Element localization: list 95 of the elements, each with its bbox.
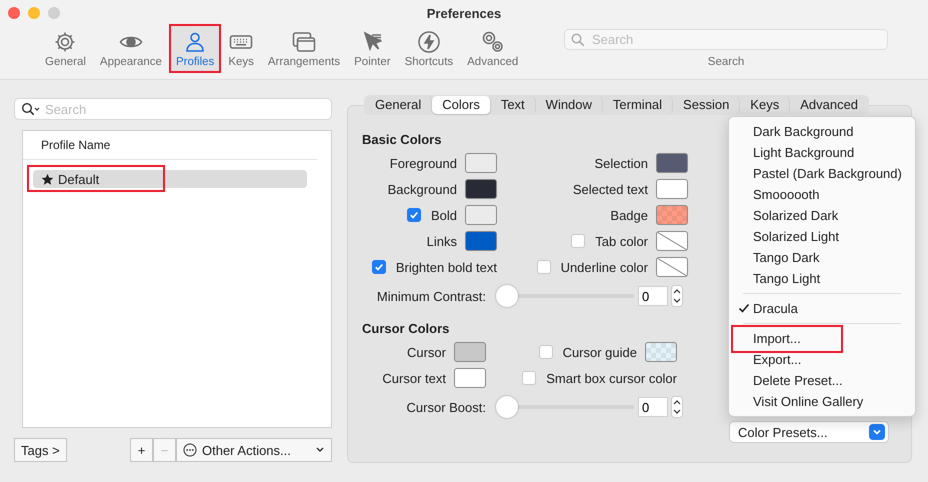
checkmark-icon	[408, 210, 419, 220]
color-swatch[interactable]	[656, 231, 688, 251]
checkbox[interactable]	[571, 234, 586, 248]
toolbar-tab[interactable]: Pointer	[349, 26, 396, 71]
color-label: Tab color	[595, 234, 648, 248]
checkbox[interactable]	[522, 371, 536, 385]
menu-item[interactable]: Import...	[729, 328, 915, 349]
search-icon	[571, 32, 585, 46]
menu-item[interactable]: Export...	[729, 349, 915, 370]
menu-item[interactable]: Solarized Light	[729, 226, 915, 247]
section-title: Basic Colors	[362, 132, 442, 147]
tab[interactable]: Terminal	[602, 96, 674, 114]
color-label: Smart box cursor color	[546, 370, 677, 386]
color-swatch[interactable]	[656, 205, 688, 225]
color-label: Cursor guide	[562, 344, 637, 360]
color-label: Badge	[610, 208, 648, 222]
color-swatch[interactable]	[454, 368, 486, 388]
toolbar-tab[interactable]: Profiles	[170, 26, 220, 71]
profile-row[interactable]: Default	[33, 170, 307, 188]
minimize-button[interactable]	[28, 7, 40, 19]
section-title: Cursor Colors	[362, 321, 450, 336]
more-icon	[183, 443, 197, 457]
slider-thumb[interactable]	[496, 285, 518, 307]
color-label: Cursor text	[382, 370, 446, 386]
tab[interactable]: Advanced	[790, 96, 868, 114]
color-swatch[interactable]	[656, 179, 688, 199]
column-header[interactable]: Profile Name	[41, 138, 110, 152]
menu-item[interactable]: Solarized Dark	[729, 205, 915, 226]
color-label: Selection	[594, 156, 648, 170]
checkbox[interactable]	[536, 260, 551, 274]
color-presets-dropdown[interactable]: Color Presets...	[729, 421, 889, 443]
color-swatch[interactable]	[465, 231, 497, 251]
color-swatch[interactable]	[645, 342, 677, 362]
menu-item[interactable]: Smoooooth	[729, 184, 915, 205]
gears-icon	[480, 30, 505, 54]
tab[interactable]: Session	[673, 96, 740, 114]
toolbar-tab[interactable]: Arrangements	[262, 26, 346, 71]
color-label: Bold	[430, 208, 457, 222]
search-field[interactable]: Search	[14, 98, 332, 120]
checkmark-icon	[374, 262, 384, 272]
stepper-icon[interactable]	[671, 285, 683, 307]
menu-item[interactable]: Tango Light	[729, 268, 915, 289]
toolbar-tab[interactable]: Advanced	[462, 26, 524, 71]
color-label: Links	[426, 234, 457, 248]
close-button[interactable]	[8, 7, 20, 19]
color-label: Background	[388, 182, 457, 196]
search-icon	[21, 102, 41, 116]
other-actions-dropdown[interactable]: Other Actions...	[176, 438, 332, 462]
tags-button[interactable]: Tags >	[14, 438, 67, 462]
color-swatch[interactable]	[454, 342, 486, 362]
menu-item[interactable]: Dracula	[729, 298, 915, 319]
checkmark-icon	[738, 302, 750, 314]
slider-label: Minimum Contrast:	[376, 288, 486, 304]
add-button[interactable]: +	[130, 438, 153, 462]
menu-item[interactable]: Tango Dark	[729, 247, 915, 268]
color-label: Underline color	[560, 260, 648, 274]
chevron-down-icon	[869, 424, 885, 440]
number-field[interactable]: 0	[638, 286, 668, 306]
checkbox[interactable]	[406, 208, 421, 222]
color-label: Brighten bold text	[396, 260, 497, 274]
lightning-icon	[416, 30, 441, 54]
search-label: Search	[708, 56, 744, 68]
checkbox[interactable]	[538, 345, 553, 359]
toolbar-tab[interactable]: General	[40, 26, 91, 71]
window-title: Preferences	[426, 6, 502, 22]
menu-item[interactable]: Delete Preset...	[729, 370, 915, 391]
stepper-icon[interactable]	[671, 396, 683, 418]
color-swatch[interactable]	[656, 257, 688, 277]
color-swatch[interactable]	[465, 205, 497, 225]
color-label: Foreground	[390, 156, 457, 170]
toolbar-tab[interactable]: Appearance	[94, 26, 167, 71]
slider-label: Cursor Boost:	[406, 400, 486, 414]
gear-icon	[53, 30, 78, 54]
tab[interactable]: Window	[536, 96, 603, 114]
color-swatch[interactable]	[465, 153, 497, 173]
slider-thumb[interactable]	[496, 396, 518, 418]
menu-item[interactable]: Pastel (Dark Background)	[729, 163, 915, 184]
menu-item[interactable]: Visit Online Gallery	[729, 391, 915, 412]
checkbox[interactable]	[372, 260, 386, 274]
menu-item[interactable]: Dark Background	[729, 121, 915, 142]
number-field[interactable]: 0	[638, 397, 668, 417]
windows-icon	[292, 30, 316, 54]
color-swatch[interactable]	[465, 179, 497, 199]
tab[interactable]: Text	[490, 96, 536, 114]
color-label: Selected text	[572, 182, 648, 196]
menu-item[interactable]: Light Background	[729, 142, 915, 163]
color-swatch[interactable]	[656, 153, 688, 173]
color-label: Cursor	[406, 344, 446, 360]
tab[interactable]: Colors	[432, 96, 491, 114]
zoom-button[interactable]	[48, 7, 60, 19]
toolbar-tab[interactable]: Keys	[223, 26, 259, 71]
toolbar-tab[interactable]: Shortcuts	[400, 26, 458, 71]
chevron-down-icon	[315, 446, 325, 454]
tab[interactable]: Keys	[740, 96, 790, 114]
search-field[interactable]: Search	[564, 29, 888, 50]
